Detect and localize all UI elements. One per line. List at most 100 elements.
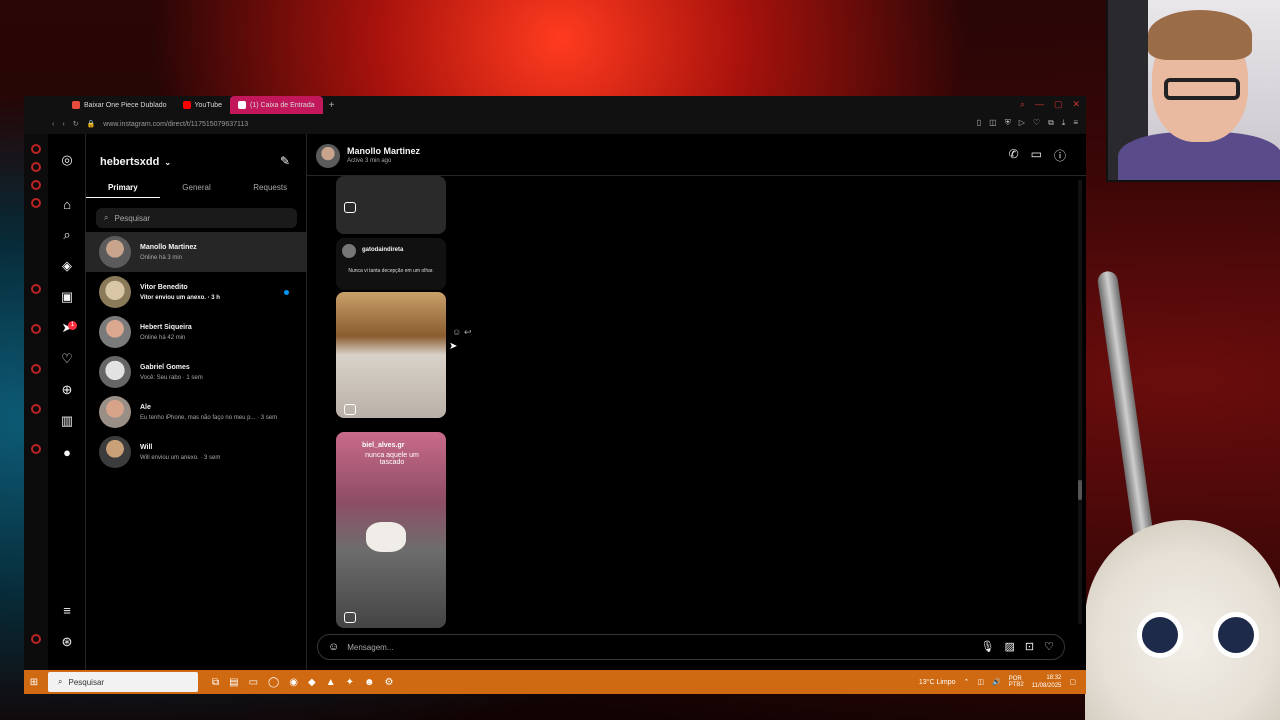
app-icon[interactable]: ▲ <box>326 677 336 688</box>
conversation-item[interactable]: Ale Eu tenho iPhone, mas não faço no meu… <box>86 392 307 432</box>
windows-start-icon[interactable]: ⊞ <box>24 670 44 694</box>
heart-icon[interactable]: ♡ <box>1044 640 1054 653</box>
tab-one-piece[interactable]: Baixar One Piece Dublado <box>64 96 175 114</box>
reload-icon[interactable]: ↻ <box>73 120 79 128</box>
search-icon[interactable]: ⌕ <box>59 227 75 243</box>
message-composer[interactable]: ☺ Mensagem... 🎙 ▨ ⊡ ♡ <box>317 634 1065 660</box>
system-tray: 13°C Limpo ⌃ ◫ 🔊 POR PTB2 18:32 11/08/20… <box>919 674 1076 690</box>
url-text[interactable]: www.instagram.com/direct/t/1175150796371… <box>103 121 248 128</box>
notifications-icon[interactable]: ▢ <box>1069 678 1076 686</box>
conversation-item[interactable]: Manollo Martinez Online há 3 min <box>86 232 307 272</box>
file-explorer-icon[interactable]: ▭ <box>249 677 258 688</box>
explore-icon[interactable]: ◈ <box>59 258 75 274</box>
sidebar-app-icon[interactable] <box>31 198 41 208</box>
tab-label: YouTube <box>194 101 223 109</box>
emoji-icon[interactable]: ☺ <box>328 641 339 653</box>
sidebar-app-icon[interactable] <box>31 180 41 190</box>
taskbar-search[interactable]: ⌕ Pesquisar <box>48 672 198 692</box>
info-icon[interactable]: ⓘ <box>1054 147 1066 164</box>
opera-icon[interactable]: ◯ <box>268 677 279 688</box>
contact-avatar[interactable] <box>316 144 340 168</box>
conversation-item[interactable]: Will Will enviou um anexo. · 3 sem <box>86 432 307 472</box>
sidebar-app-icon[interactable] <box>31 162 41 172</box>
tab-requests[interactable]: Requests <box>233 180 307 198</box>
more-menu-icon[interactable]: ≡ <box>59 602 75 618</box>
shield-icon[interactable]: ⛨ <box>1005 118 1011 128</box>
back-icon[interactable]: ‹ <box>52 121 54 128</box>
forward-icon[interactable]: › <box>62 121 64 128</box>
post-caption: Nunca vi tanta decepção em um olhar. <box>348 268 434 274</box>
conversation-item[interactable]: Vitor Benedito Vitor enviou um anexo. · … <box>86 272 307 312</box>
extensions-icon[interactable]: ⧉ <box>1048 118 1054 128</box>
reels-icon <box>344 202 356 213</box>
scrollbar-thumb[interactable] <box>1078 480 1082 500</box>
app-icon[interactable]: ◆ <box>308 677 316 688</box>
sidebar-app-icon[interactable] <box>31 444 41 454</box>
chat-header: Manollo Martinez Active 3 min ago ✆ ▭ ⓘ <box>307 134 1086 176</box>
chat-scrollbar[interactable] <box>1078 180 1082 624</box>
chrome-icon[interactable]: ◉ <box>289 677 298 688</box>
player-icon[interactable]: ▷ <box>1019 118 1025 128</box>
sidebar-settings-icon[interactable] <box>31 634 41 644</box>
tray-chevron-icon[interactable]: ⌃ <box>964 678 970 686</box>
contact-name[interactable]: Manollo Martinez <box>347 146 420 156</box>
dashboard-icon[interactable]: ▥ <box>59 413 75 429</box>
weather-widget[interactable]: 13°C Limpo <box>919 679 956 686</box>
notifications-icon[interactable]: ♡ <box>59 351 75 367</box>
steam-icon[interactable]: ⚙ <box>385 677 394 688</box>
avatar <box>99 236 131 268</box>
react-emoji-icon[interactable]: ☺ <box>452 327 461 337</box>
task-view-icon[interactable]: ⧉ <box>212 677 219 688</box>
shared-reel-message[interactable] <box>336 292 446 418</box>
phone-call-icon[interactable]: ✆ <box>1009 147 1019 164</box>
tab-primary[interactable]: Primary <box>86 180 160 198</box>
tab-youtube[interactable]: YouTube <box>175 96 231 114</box>
microphone-icon[interactable]: 🎙 <box>981 640 995 653</box>
reels-icon[interactable]: ▣ <box>59 289 75 305</box>
sidebar-app-icon[interactable] <box>31 404 41 414</box>
sidebar-app-icon[interactable] <box>31 364 41 374</box>
network-icon[interactable]: ◫ <box>977 678 984 686</box>
sidebar-app-icon[interactable] <box>31 284 41 294</box>
tab-instagram-inbox[interactable]: (1) Caixa de Entrada <box>230 96 323 114</box>
maximize-button[interactable]: ▢ <box>1054 99 1063 110</box>
sticker-icon[interactable]: ⊡ <box>1025 640 1034 653</box>
shared-reel-message[interactable] <box>336 176 446 234</box>
download-icon[interactable]: ⤓ <box>1062 118 1066 128</box>
store-icon[interactable]: ▤ <box>229 677 238 688</box>
minimize-button[interactable]: — <box>1035 99 1044 110</box>
sidebar-app-icon[interactable] <box>31 144 41 154</box>
video-call-icon[interactable]: ▭ <box>1031 147 1042 164</box>
shared-post-message[interactable]: gatodaindireta Nunca vi tanta decepção e… <box>336 238 446 290</box>
home-icon[interactable]: ⌂ <box>59 196 75 212</box>
volume-icon[interactable]: 🔊 <box>992 678 1001 686</box>
reply-icon[interactable]: ↩ <box>464 327 472 338</box>
create-icon[interactable]: ⊕ <box>59 382 75 398</box>
snapshot-icon[interactable]: ◫ <box>989 118 997 128</box>
sidebar-app-icon[interactable] <box>31 324 41 334</box>
profile-avatar[interactable]: ● <box>59 444 75 460</box>
new-tab-button[interactable]: + <box>323 100 341 111</box>
discord-icon[interactable]: ☻ <box>364 677 375 688</box>
app-icon[interactable]: ✦ <box>346 677 354 688</box>
menu-icon[interactable]: ≡ <box>1073 118 1078 128</box>
heart-icon[interactable]: ♡ <box>1033 118 1040 128</box>
language-indicator[interactable]: POR PTB2 <box>1009 676 1024 688</box>
close-window-button[interactable]: ✕ <box>1072 99 1080 110</box>
image-icon[interactable]: ▨ <box>1005 640 1015 653</box>
tab-general[interactable]: General <box>160 180 234 198</box>
new-message-icon[interactable]: ✎ <box>280 154 290 168</box>
tab-bar: Baixar One Piece Dublado YouTube (1) Cai… <box>24 96 1086 114</box>
conversation-item[interactable]: Hebert Siqueira Online há 42 min <box>86 312 307 352</box>
search-tabs-icon[interactable]: ⌕ <box>1020 99 1025 110</box>
threads-icon[interactable]: ⊛ <box>59 634 75 650</box>
conversation-item[interactable]: Gabriel Gomes Você: Seu rabo · 1 sem <box>86 352 307 392</box>
clock[interactable]: 18:32 11/08/2025 <box>1032 674 1062 690</box>
chevron-down-icon: ⌄ <box>164 158 172 167</box>
account-switcher[interactable]: hebertsxdd ⌄ <box>100 156 171 168</box>
search-input[interactable]: ⌕ Pesquisar <box>96 208 297 228</box>
shared-reel-message[interactable]: biel_alves.gr nunca aquele um tascado <box>336 432 446 628</box>
instagram-logo-icon[interactable]: ◎ <box>59 152 75 168</box>
bookmark-icon[interactable]: ▯ <box>977 118 981 128</box>
search-icon: ⌕ <box>104 213 109 222</box>
